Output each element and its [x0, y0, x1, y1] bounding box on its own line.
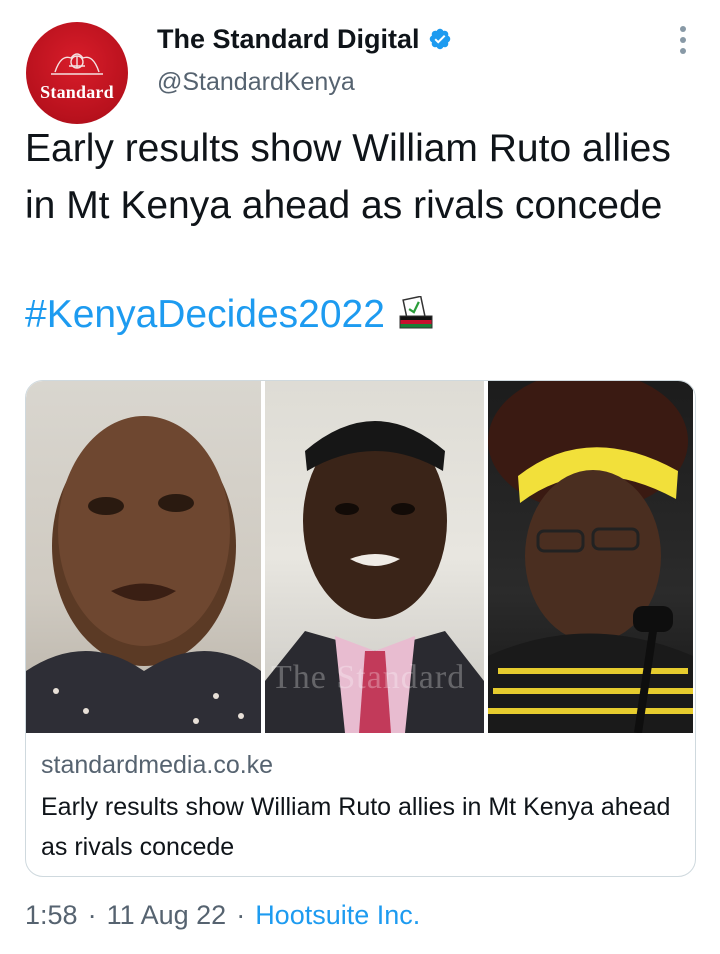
tweet-date[interactable]: 11 Aug 22	[107, 900, 227, 931]
more-dot	[680, 48, 686, 54]
avatar[interactable]: Standard	[26, 22, 128, 124]
meta-separator: ·	[236, 900, 246, 930]
crest-icon	[51, 52, 103, 75]
more-dot	[680, 37, 686, 43]
display-name[interactable]: The Standard Digital	[157, 24, 420, 55]
card-domain: standardmedia.co.ke	[41, 751, 274, 779]
hashtag-link[interactable]: #KenyaDecides2022	[25, 293, 385, 337]
tweet-meta: 1:58 · 11 Aug 22 · Hootsuite Inc.	[25, 900, 420, 931]
author-name-row: The Standard Digital	[157, 22, 452, 56]
tweet-text: Early results show William Ruto allies i…	[25, 127, 671, 227]
hashtag-row: #KenyaDecides2022	[25, 286, 435, 343]
card-image[interactable]: The Standard	[26, 381, 695, 733]
more-dot	[680, 26, 686, 32]
card-title: Early results show William Ruto allies i…	[41, 793, 671, 861]
tweet-time[interactable]: 1:58	[25, 900, 78, 931]
verified-badge-icon	[429, 28, 450, 50]
photo-panel-right	[488, 381, 693, 733]
ballot-box-icon	[399, 295, 433, 328]
image-watermark: The Standard	[271, 659, 466, 696]
portrait-left-graphic	[26, 416, 261, 733]
meta-separator: ·	[87, 900, 97, 930]
portrait-right-graphic	[488, 381, 693, 733]
photo-panel-left	[26, 381, 261, 733]
link-card[interactable]: The Standard standardmedia.co.ke Early r…	[25, 380, 696, 877]
more-options-icon[interactable]	[678, 26, 688, 54]
tweet-source-link[interactable]: Hootsuite Inc.	[255, 900, 420, 931]
author-handle[interactable]: @StandardKenya	[157, 68, 355, 97]
avatar-brand-text: Standard	[40, 81, 114, 102]
